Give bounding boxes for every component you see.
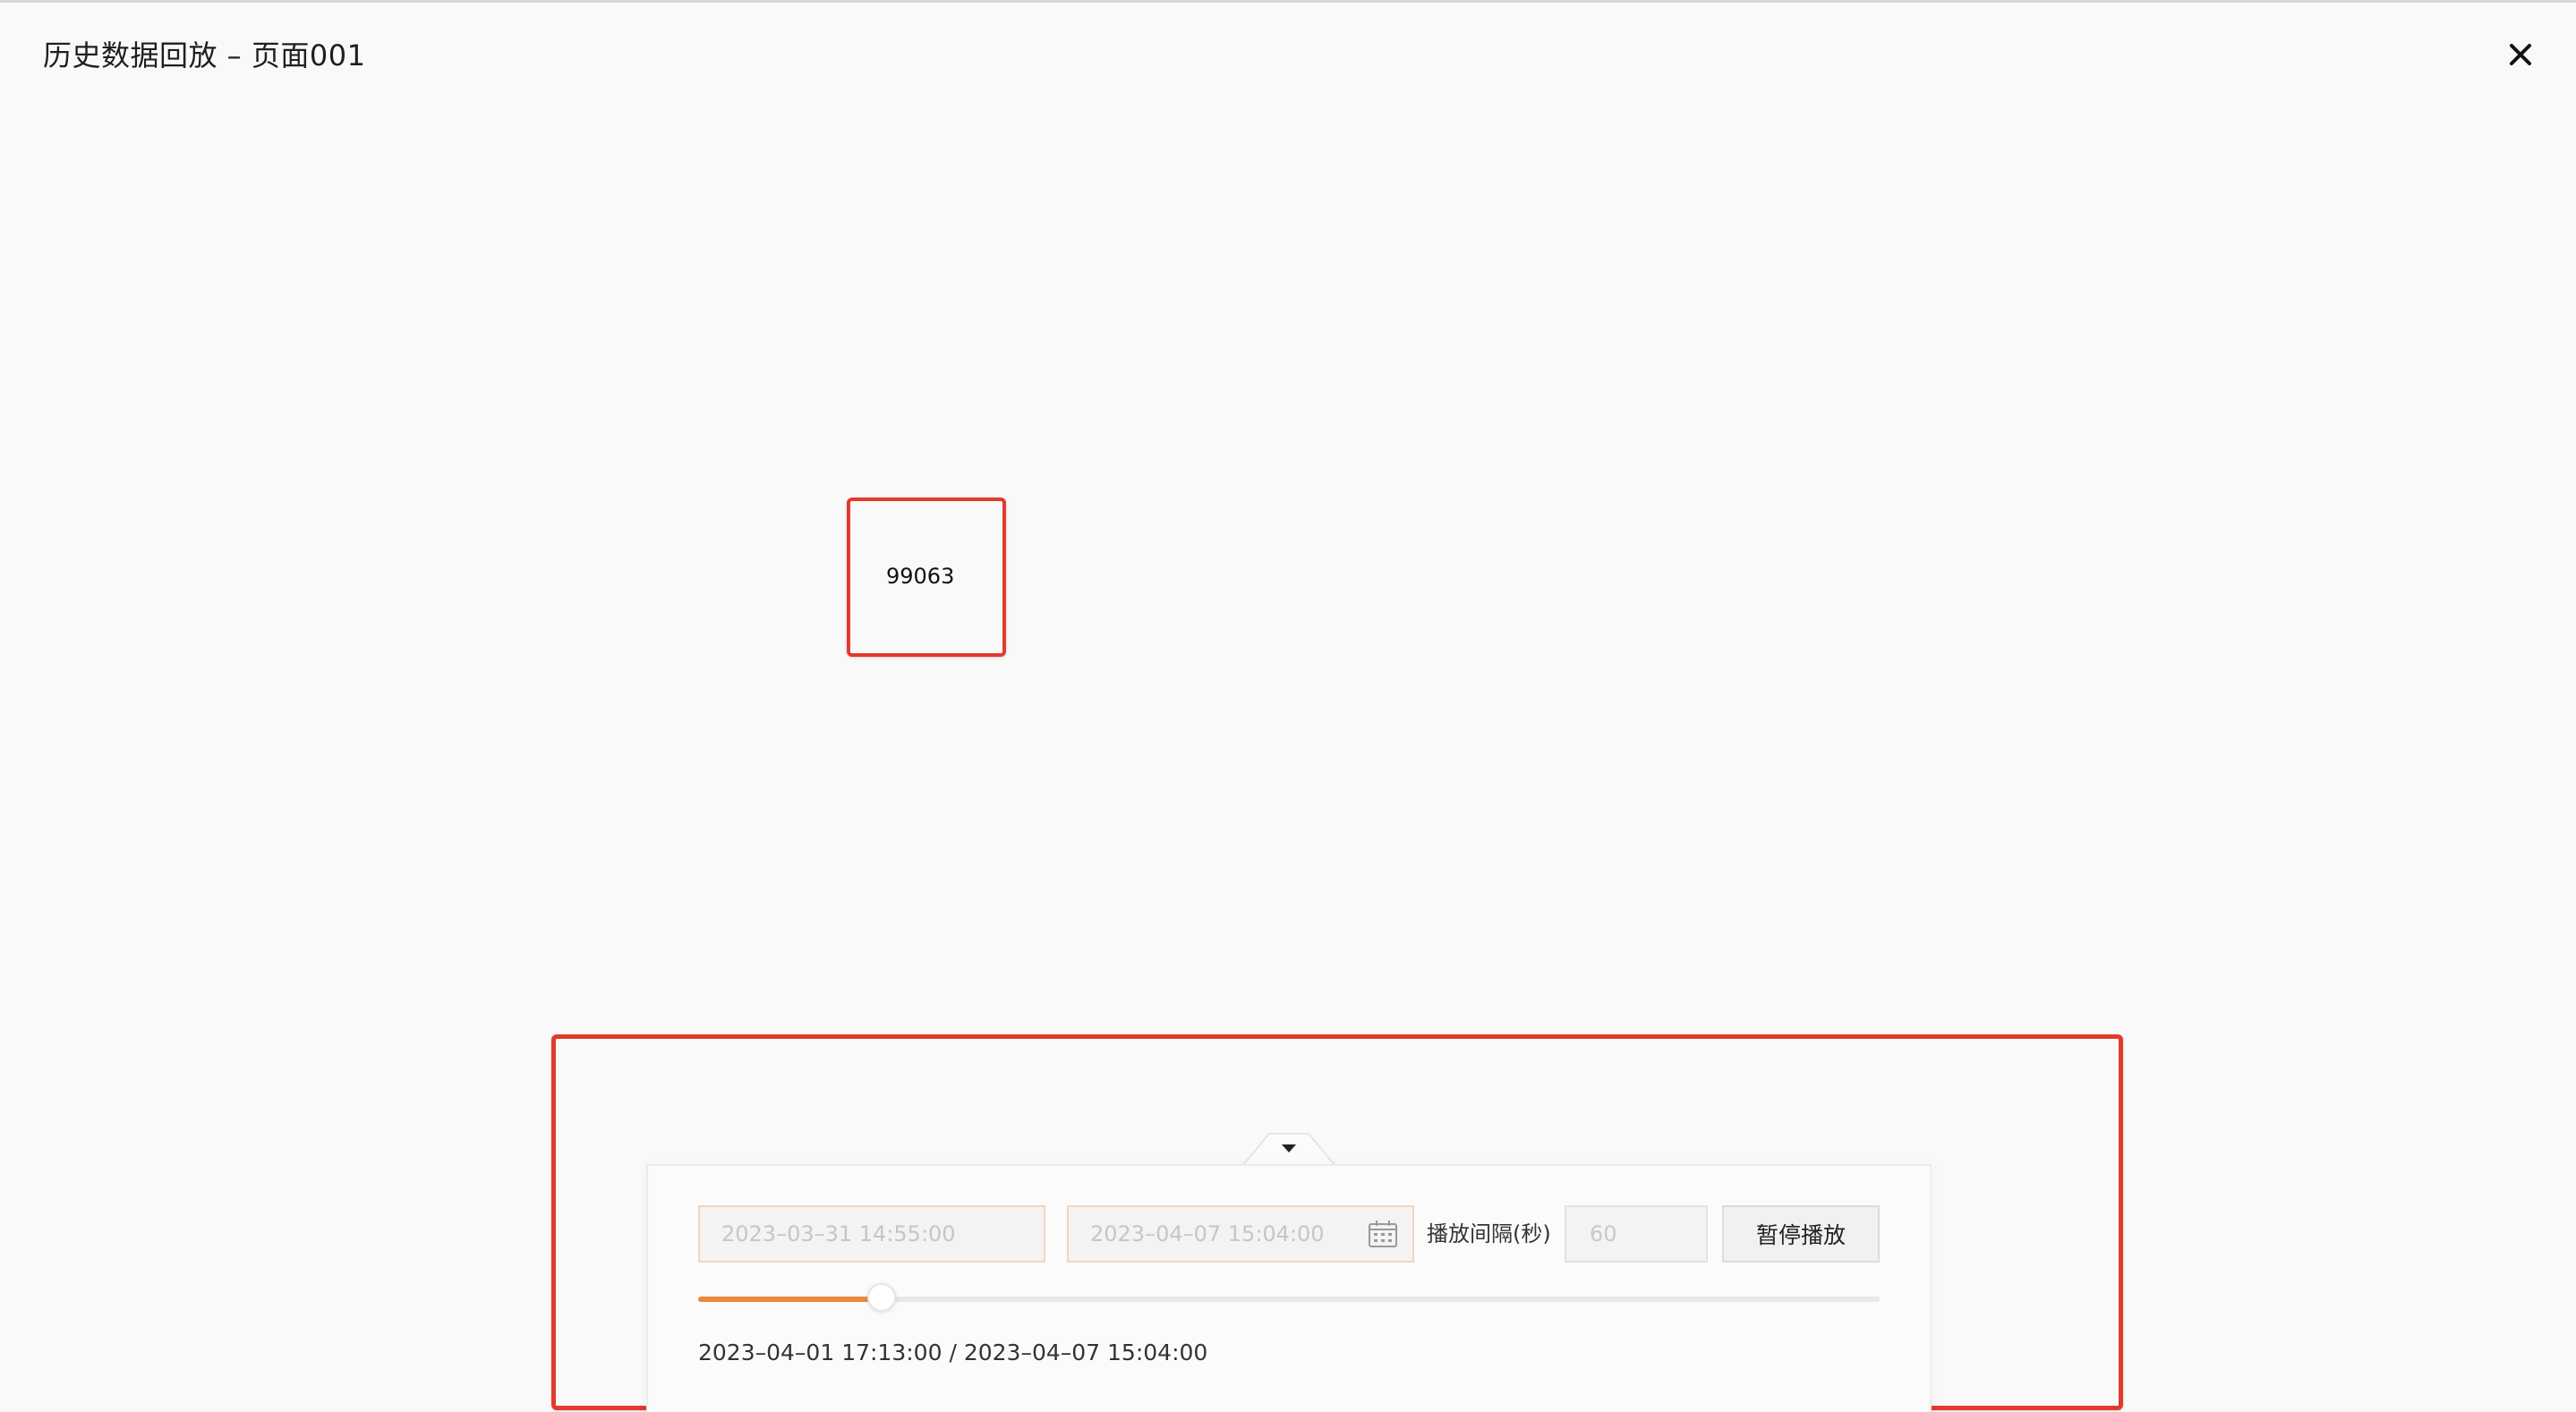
current-time: 2023–04–01 17:13:00 (698, 1340, 943, 1365)
interval-label: 播放间隔(秒) (1427, 1221, 1551, 1246)
playback-control-panel (646, 1164, 1932, 1412)
pause-playback-button[interactable]: 暂停播放 (1722, 1205, 1880, 1263)
page-title: 历史数据回放 – 页面001 (43, 38, 366, 72)
slider-thumb[interactable] (866, 1283, 896, 1312)
interval-input[interactable]: 60 (1565, 1205, 1708, 1263)
end-time-field[interactable]: 2023–04–07 15:04:00 (1067, 1205, 1414, 1263)
progress-fill (698, 1297, 882, 1302)
start-time-field[interactable]: 2023–03–31 14:55:00 (698, 1205, 1045, 1263)
history-playback-page: 历史数据回放 – 页面001 99063 2023–03–31 14:55:00… (0, 0, 2576, 1412)
calendar-icon[interactable] (1368, 1220, 1398, 1248)
close-button[interactable] (2501, 35, 2540, 74)
close-icon (2510, 44, 2531, 65)
playback-progress-slider[interactable] (698, 1283, 1880, 1312)
data-widget-highlight: 99063 (847, 498, 1006, 657)
widget-value: 99063 (886, 564, 955, 589)
progress-time-readout: 2023–04–01 17:13:00 / 2023–04–07 15:04:0… (698, 1340, 1207, 1365)
total-time: 2023–04–07 15:04:00 (963, 1340, 1208, 1365)
time-separator: / (949, 1340, 957, 1365)
collapse-toggle[interactable] (1242, 1132, 1335, 1166)
